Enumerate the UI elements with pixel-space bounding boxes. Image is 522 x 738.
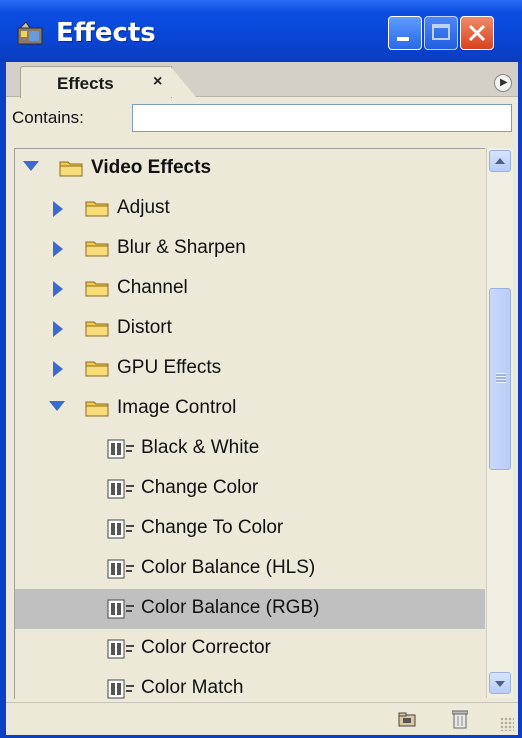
maximize-icon: [432, 24, 450, 40]
tree-effect-row[interactable]: Black & White: [15, 429, 485, 469]
video-effect-icon: [107, 559, 135, 579]
tree-folder-row[interactable]: Image Control: [15, 389, 485, 429]
tab-strip: Effects × ▶: [6, 62, 518, 98]
minimize-button[interactable]: [388, 16, 422, 50]
search-label: Contains:: [12, 108, 84, 127]
effects-window: Effects Effects × ▶ Contains: Video Effe…: [0, 0, 522, 738]
tree-item-label: Video Effects: [91, 157, 212, 178]
expand-closed-icon[interactable]: [53, 361, 63, 377]
search-input[interactable]: [132, 104, 512, 132]
tree-folder-row[interactable]: Adjust: [15, 189, 485, 229]
folder-icon: [59, 159, 83, 177]
expand-closed-icon[interactable]: [53, 201, 63, 217]
tab-label: Effects: [57, 74, 114, 93]
tree-item-label: Change Color: [141, 477, 259, 498]
tree-effect-row[interactable]: Color Balance (RGB): [15, 589, 485, 629]
tree-item-label: Color Balance (HLS): [141, 557, 316, 578]
folder-icon: [85, 239, 109, 257]
tree-effect-row[interactable]: Color Match: [15, 669, 485, 699]
scroll-down-button[interactable]: [489, 672, 511, 694]
tree-item-label: Color Match: [141, 677, 244, 698]
folder-icon: [85, 399, 109, 417]
folder-icon: [85, 199, 109, 217]
expand-closed-icon[interactable]: [53, 281, 63, 297]
new-custom-bin-icon[interactable]: [398, 711, 416, 727]
tree-item-label: Black & White: [141, 437, 260, 458]
tree-folder-row[interactable]: Distort: [15, 309, 485, 349]
panel-menu-icon[interactable]: ▶: [494, 74, 512, 92]
video-effect-icon: [107, 679, 135, 699]
expand-closed-icon[interactable]: [53, 321, 63, 337]
panel-body: Effects × ▶ Contains: Video Effects Adjus…: [6, 62, 518, 735]
tree-item-label: Color Corrector: [141, 637, 271, 658]
tab-effects[interactable]: Effects ×: [20, 66, 172, 98]
tree-item-label: Color Balance (RGB): [141, 597, 320, 618]
close-button[interactable]: [460, 16, 494, 50]
delete-icon[interactable]: [452, 709, 468, 729]
tree-item-label: GPU Effects: [117, 357, 222, 378]
footer-bar: [6, 702, 518, 735]
video-effect-icon: [107, 479, 135, 499]
tree-folder-row[interactable]: Channel: [15, 269, 485, 309]
scroll-up-button[interactable]: [489, 150, 511, 172]
tree-item-label: Image Control: [117, 397, 237, 418]
tree-folder-row[interactable]: Video Effects: [15, 149, 485, 189]
close-icon: [468, 24, 486, 42]
tab-close-icon[interactable]: ×: [153, 73, 162, 91]
scroll-thumb[interactable]: [489, 288, 511, 470]
effects-tree: Video Effects Adjust Blur & Sharpen Channel…: [14, 148, 485, 699]
tree-item-label: Change To Color: [141, 517, 284, 538]
folder-icon: [85, 359, 109, 377]
video-effect-icon: [107, 519, 135, 539]
thumb-grip-icon: [496, 373, 506, 383]
tree-item-label: Distort: [117, 317, 172, 338]
tree-effect-row[interactable]: Color Corrector: [15, 629, 485, 669]
expand-open-icon[interactable]: [49, 401, 65, 411]
video-effect-icon: [107, 439, 135, 459]
expand-closed-icon[interactable]: [53, 241, 63, 257]
resize-grip[interactable]: [500, 717, 514, 731]
video-effect-icon: [107, 639, 135, 659]
tree-effect-row[interactable]: Change Color: [15, 469, 485, 509]
expand-open-icon[interactable]: [23, 161, 39, 171]
effects-app-icon: [17, 22, 43, 45]
folder-icon: [85, 279, 109, 297]
tree-item-label: Adjust: [117, 197, 170, 218]
folder-icon: [85, 319, 109, 337]
search-row: Contains:: [6, 98, 518, 138]
tab-edge: [170, 66, 196, 97]
video-effect-icon: [107, 599, 135, 619]
tree-folder-row[interactable]: Blur & Sharpen: [15, 229, 485, 269]
tree-effect-row[interactable]: Color Balance (HLS): [15, 549, 485, 589]
tree-effect-row[interactable]: Change To Color: [15, 509, 485, 549]
tree-item-label: Blur & Sharpen: [117, 237, 246, 258]
minimize-icon: [397, 37, 409, 41]
title-bar[interactable]: Effects: [0, 0, 522, 62]
vertical-scrollbar[interactable]: [486, 148, 513, 698]
window-title: Effects: [56, 18, 156, 48]
tree-folder-row[interactable]: GPU Effects: [15, 349, 485, 389]
maximize-button[interactable]: [424, 16, 458, 50]
tree-item-label: Channel: [117, 277, 188, 298]
